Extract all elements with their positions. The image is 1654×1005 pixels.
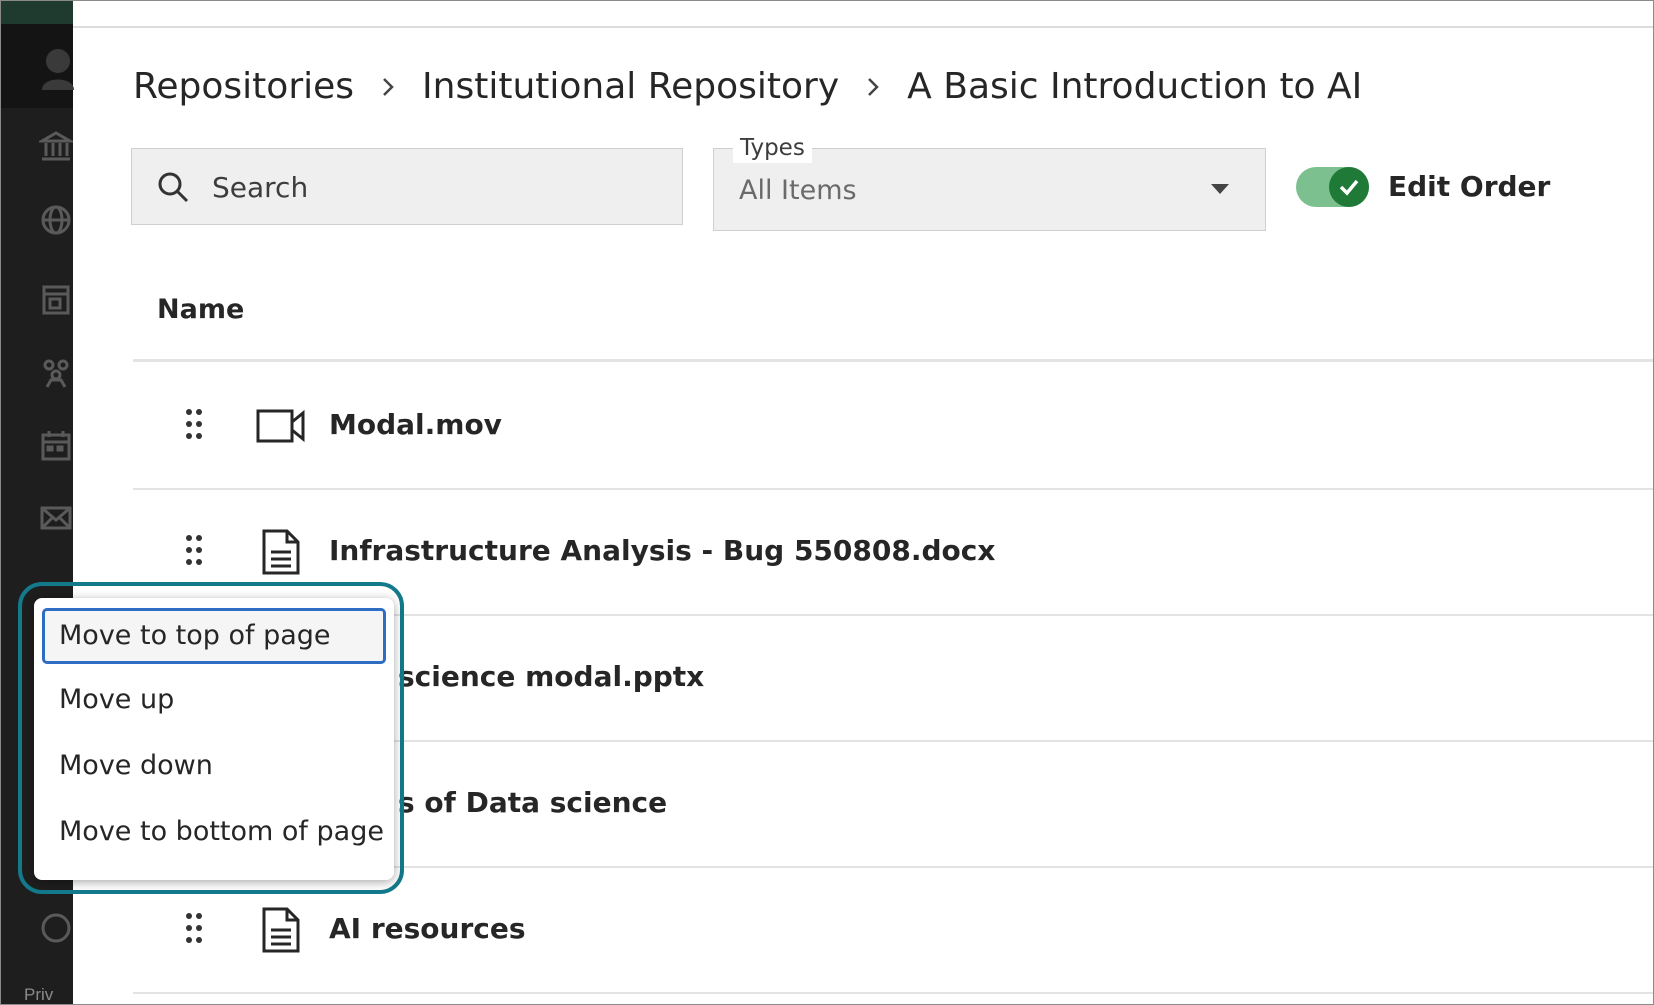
types-selected-value: All Items — [739, 175, 857, 206]
file-name[interactable]: Modal.mov — [329, 408, 502, 441]
types-select[interactable]: Types All Items — [713, 133, 1266, 231]
file-name[interactable]: s of Data science — [398, 786, 667, 819]
messages-icon — [40, 506, 72, 530]
drag-handle-icon[interactable] — [185, 408, 203, 440]
breadcrumb: Repositories Institutional Repository A … — [133, 66, 1362, 107]
file-name[interactable]: science modal.pptx — [398, 660, 704, 693]
sidebar-item-help[interactable] — [38, 910, 74, 946]
sidebar-item-courses[interactable] — [38, 282, 74, 318]
institution-icon — [39, 131, 73, 161]
check-icon — [1339, 179, 1359, 196]
file-name[interactable]: Infrastructure Analysis - Bug 550808.doc… — [329, 534, 995, 567]
calendar-icon — [41, 431, 71, 461]
sidebar-item-organizations[interactable] — [38, 355, 74, 391]
toggle-knob — [1329, 167, 1369, 207]
privacy-link[interactable]: Priv — [24, 985, 53, 1005]
column-header-name[interactable]: Name — [157, 294, 244, 325]
search-icon — [158, 172, 189, 203]
help-icon — [41, 913, 71, 943]
menu-item-move-to-top[interactable]: Move to top of page — [42, 608, 386, 664]
document-icon — [255, 527, 307, 577]
menu-item-move-to-bottom[interactable]: Move to bottom of page — [42, 806, 386, 862]
menu-item-move-up[interactable]: Move up — [42, 674, 386, 730]
chevron-right-icon — [381, 76, 395, 98]
breadcrumb-current-folder: A Basic Introduction to AI — [907, 66, 1363, 107]
table-header-divider — [133, 359, 1654, 362]
edit-order-label[interactable]: Edit Order — [1388, 170, 1550, 203]
sidebar-item-calendar[interactable] — [38, 428, 74, 464]
chevron-right-icon — [866, 76, 880, 98]
search-box — [131, 148, 683, 225]
globe-icon — [41, 205, 71, 235]
top-divider — [73, 26, 1654, 28]
document-icon — [255, 905, 307, 955]
sidebar-avatar[interactable] — [0, 24, 74, 108]
drag-handle-icon[interactable] — [185, 912, 203, 944]
courses-icon — [42, 285, 70, 315]
organizations-icon — [43, 359, 69, 388]
breadcrumb-institutional-repository[interactable]: Institutional Repository — [422, 66, 839, 107]
sidebar-top-strip — [0, 0, 73, 24]
reorder-context-menu: Move to top of page Move up Move down Mo… — [34, 598, 394, 880]
drag-handle-icon[interactable] — [185, 534, 203, 566]
search-input[interactable] — [212, 165, 652, 209]
menu-item-move-down[interactable]: Move down — [42, 740, 386, 796]
avatar-icon — [42, 49, 74, 90]
edit-order-toggle[interactable] — [1296, 167, 1369, 207]
caret-down-icon — [1211, 184, 1229, 194]
file-name[interactable]: AI resources — [329, 912, 526, 945]
sidebar-item-messages[interactable] — [38, 500, 74, 536]
breadcrumb-repositories[interactable]: Repositories — [133, 66, 354, 107]
table-row[interactable]: Modal.mov — [133, 364, 1654, 488]
row-divider — [133, 992, 1654, 994]
sidebar-item-institution[interactable] — [38, 128, 74, 164]
types-label: Types — [733, 133, 812, 163]
sidebar-item-globe[interactable] — [38, 202, 74, 238]
video-icon — [255, 401, 307, 451]
